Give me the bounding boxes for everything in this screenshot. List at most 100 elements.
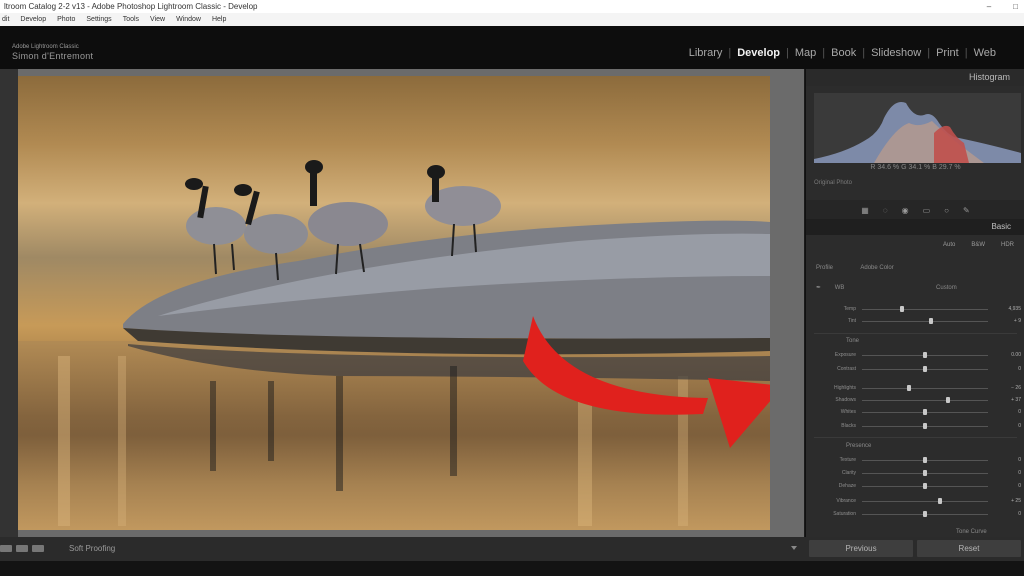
slider-tint[interactable]: Tint + 9	[816, 317, 1021, 325]
original-photo-checkbox[interactable]: Original Photo	[814, 180, 964, 186]
brush-icon[interactable]: ✎	[963, 206, 970, 215]
slider-value[interactable]: 0	[993, 422, 1021, 430]
module-slideshow[interactable]: Slideshow	[865, 47, 927, 59]
slider-knob[interactable]	[929, 318, 934, 324]
slider-blacks[interactable]: Blacks 0	[816, 422, 1021, 430]
toolbar-menu-arrow-icon[interactable]	[791, 546, 797, 550]
slider-value[interactable]: 4,935	[993, 305, 1021, 313]
slider-track[interactable]	[862, 321, 988, 322]
slider-vibrance[interactable]: Vibrance + 25	[816, 497, 1021, 505]
wb-select[interactable]: Custom	[936, 285, 957, 291]
menu-settings[interactable]: Settings	[86, 13, 111, 26]
slider-texture[interactable]: Texture 0	[816, 456, 1021, 464]
eyedropper-icon[interactable]: ✒	[816, 285, 821, 291]
slider-dehaze[interactable]: Dehaze 0	[816, 482, 1021, 490]
slider-knob[interactable]	[923, 483, 927, 489]
compare-view-icon[interactable]	[32, 545, 44, 552]
photo-canvas[interactable]	[18, 69, 804, 537]
slider-contrast[interactable]: Contrast 0	[816, 365, 1021, 373]
geese-photo-illustration	[18, 160, 770, 530]
menu-photo[interactable]: Photo	[57, 13, 75, 26]
menu-edit[interactable]: dit	[2, 13, 9, 26]
slider-knob[interactable]	[923, 423, 927, 429]
window-titlebar: ltroom Catalog 2-2 v13 - Adobe Photoshop…	[0, 0, 1024, 13]
slider-value[interactable]: + 25	[993, 497, 1021, 505]
slider-value[interactable]: 0	[993, 482, 1021, 490]
minimize-button[interactable]: –	[987, 0, 991, 13]
slider-knob[interactable]	[923, 366, 927, 372]
reflection-streak	[118, 356, 126, 526]
slider-knob[interactable]	[938, 498, 943, 504]
soft-proofing-toggle[interactable]: Soft Proofing	[69, 542, 115, 556]
develop-right-panel: Histogram R 34.6 % G 34.1 % B 29.7 % Ori…	[805, 69, 1024, 537]
previous-button[interactable]: Previous	[809, 540, 913, 557]
slider-shadows[interactable]: Shadows + 37	[816, 396, 1021, 404]
module-library[interactable]: Library	[683, 47, 729, 59]
hdr-button[interactable]: HDR	[1001, 242, 1014, 248]
geese-photo[interactable]	[18, 76, 770, 530]
left-panel-collapsed[interactable]	[0, 69, 18, 537]
slider-label: Vibrance	[836, 498, 856, 504]
slider-knob[interactable]	[923, 409, 927, 415]
slider-whites[interactable]: Whites 0	[816, 408, 1021, 416]
menu-window[interactable]: Window	[176, 13, 201, 26]
slider-label: Texture	[839, 457, 856, 463]
slider-value[interactable]: 0	[993, 408, 1021, 416]
slider-track[interactable]	[862, 501, 988, 502]
slider-saturation[interactable]: Saturation 0	[816, 510, 1021, 518]
before-after-icon[interactable]	[16, 545, 28, 552]
slider-knob[interactable]	[923, 470, 927, 476]
maximize-button[interactable]: □	[1013, 0, 1018, 13]
slider-highlights[interactable]: Highlights − 26	[816, 384, 1021, 392]
menu-develop[interactable]: Develop	[20, 13, 46, 26]
slider-clarity[interactable]: Clarity 0	[816, 469, 1021, 477]
reset-button[interactable]: Reset	[917, 540, 1021, 557]
slider-exposure[interactable]: Exposure 0.00	[816, 351, 1021, 359]
menu-tools[interactable]: Tools	[123, 13, 139, 26]
window-controls: – □	[987, 0, 1018, 13]
histogram[interactable]	[814, 93, 1021, 163]
slider-value[interactable]: − 26	[993, 384, 1021, 392]
slider-value[interactable]: + 9	[993, 317, 1021, 325]
auto-button[interactable]: Auto	[943, 242, 955, 248]
treatment-buttons: Auto B&W HDR	[943, 242, 1014, 248]
profile-select[interactable]: Adobe Color	[860, 265, 893, 271]
slider-value[interactable]: 0	[993, 510, 1021, 518]
histogram-rgb-readout: R 34.6 % G 34.1 % B 29.7 %	[870, 164, 961, 171]
slider-value[interactable]: + 37	[993, 396, 1021, 404]
slider-value[interactable]: 0.00	[993, 351, 1021, 359]
slider-temp[interactable]: Temp 4,935	[816, 305, 1021, 313]
slider-value[interactable]: 0	[993, 456, 1021, 464]
basic-panel-header[interactable]: Basic	[806, 219, 1024, 235]
slider-knob[interactable]	[923, 457, 927, 463]
loupe-view-icon[interactable]	[0, 545, 12, 552]
next-section-title[interactable]: Tone Curve	[956, 529, 987, 535]
menu-view[interactable]: View	[150, 13, 165, 26]
slider-knob[interactable]	[906, 385, 911, 391]
module-book[interactable]: Book	[825, 47, 862, 59]
slider-knob[interactable]	[945, 397, 950, 403]
slider-knob[interactable]	[900, 306, 905, 312]
slider-group-title: Presence	[846, 443, 872, 449]
reflection-streak	[58, 356, 70, 526]
slider-track[interactable]	[862, 309, 988, 310]
histogram-header[interactable]: Histogram	[806, 69, 1024, 86]
slider-track[interactable]	[862, 388, 988, 389]
module-develop[interactable]: Develop	[731, 47, 786, 59]
bw-button[interactable]: B&W	[971, 242, 985, 248]
radial-filter-icon[interactable]: ○	[944, 206, 949, 215]
module-print[interactable]: Print	[930, 47, 965, 59]
graduated-filter-icon[interactable]: ▭	[923, 206, 931, 215]
module-web[interactable]: Web	[968, 47, 1002, 59]
crop-icon[interactable]: ▦	[861, 206, 869, 215]
slider-knob[interactable]	[923, 352, 927, 358]
slider-track[interactable]	[862, 400, 988, 401]
slider-value[interactable]: 0	[993, 365, 1021, 373]
red-eye-icon[interactable]: ◉	[902, 206, 909, 215]
slider-knob[interactable]	[923, 511, 927, 517]
section-divider	[814, 333, 1017, 334]
menu-help[interactable]: Help	[212, 13, 226, 26]
module-map[interactable]: Map	[789, 47, 822, 59]
slider-value[interactable]: 0	[993, 469, 1021, 477]
spot-removal-icon[interactable]: ◌	[883, 206, 888, 215]
